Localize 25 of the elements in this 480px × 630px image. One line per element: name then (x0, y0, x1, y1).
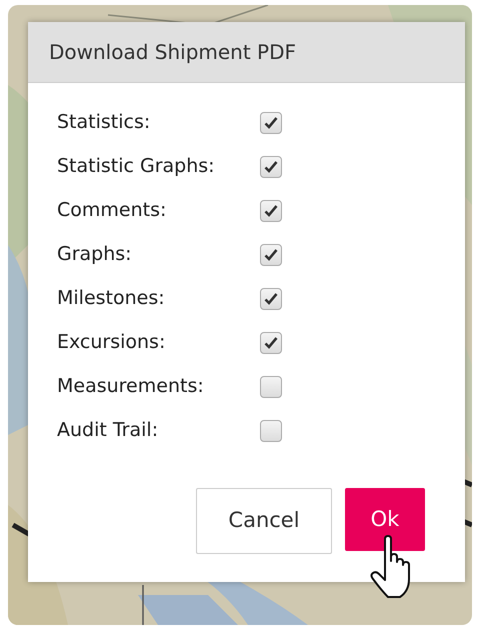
checkbox[interactable] (260, 200, 282, 222)
checkbox[interactable] (260, 244, 282, 266)
option-label: Statistics: (57, 110, 152, 136)
checkbox[interactable] (260, 332, 282, 354)
option-label: Audit Trail: (57, 418, 160, 444)
checkbox[interactable] (260, 288, 282, 310)
ok-button[interactable]: Ok (345, 488, 425, 551)
option-label: Graphs: (57, 242, 133, 268)
check-icon (264, 116, 278, 130)
option-label: Statistic Graphs: (57, 154, 216, 180)
checkbox[interactable] (260, 112, 282, 134)
checkbox[interactable] (260, 156, 282, 178)
option-label: Milestones: (57, 286, 166, 312)
option-label: Measurements: (57, 374, 205, 400)
checkbox[interactable] (260, 420, 282, 442)
option-label: Excursions: (57, 330, 166, 356)
check-icon (264, 204, 278, 218)
check-icon (264, 292, 278, 306)
check-icon (264, 160, 278, 174)
dialog-title: Download Shipment PDF (49, 39, 296, 66)
check-icon (264, 336, 278, 350)
option-label: Comments: (57, 198, 168, 224)
cancel-button[interactable]: Cancel (196, 488, 332, 554)
check-icon (264, 248, 278, 262)
checkbox[interactable] (260, 376, 282, 398)
